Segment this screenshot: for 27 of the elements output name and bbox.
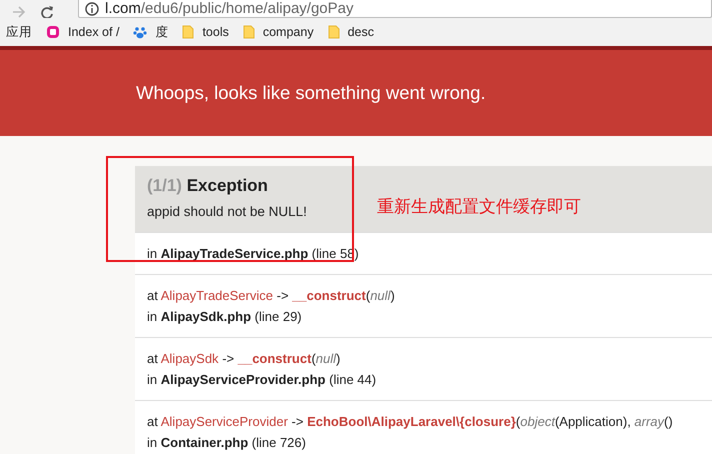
exception-count: (1/1) [147, 176, 182, 195]
folder-icon [182, 25, 194, 39]
bookmark[interactable]: 度 [155, 24, 168, 40]
exception-title: Exception [186, 176, 268, 195]
address-bar[interactable]: l.com/edu6/public/home/alipay/goPay [78, 0, 712, 18]
exception-message: appid should not be NULL! [147, 204, 307, 219]
info-icon [85, 2, 99, 16]
trace-call: at AlipayTradeService -> __construct(null) [147, 287, 396, 305]
reload-icon[interactable] [40, 6, 54, 18]
bookmark[interactable]: Index of / [68, 25, 120, 39]
address-host: l.com [105, 0, 141, 17]
bookmark[interactable]: company [262, 25, 314, 39]
bookmark[interactable]: 应用 [6, 24, 32, 40]
folder-icon [242, 25, 255, 39]
bookmark[interactable]: desc [348, 25, 374, 39]
error-title: Whoops, looks like something went wrong. [136, 82, 486, 104]
bookmark[interactable]: tools [202, 25, 229, 39]
folder-icon [328, 25, 340, 39]
address-path: /edu6/public/home/alipay/goPay [140, 0, 354, 17]
trace-location: in AlipayServiceProvider.php (line 44) [147, 371, 378, 389]
paw-icon [133, 25, 148, 39]
site-icon [46, 25, 60, 39]
trace-location: in Container.php (line 726) [147, 434, 307, 452]
trace-location: in AlipaySdk.php (line 29) [147, 308, 303, 326]
trace-call: at AlipaySdk -> __construct(null) [147, 350, 342, 368]
annotation-note: 重新生成配置文件缓存即可 [377, 196, 581, 218]
trace-call: at AlipayServiceProvider -> EchoBool\AlipayLaravel\{closure}(object(Application), array() [147, 413, 674, 431]
